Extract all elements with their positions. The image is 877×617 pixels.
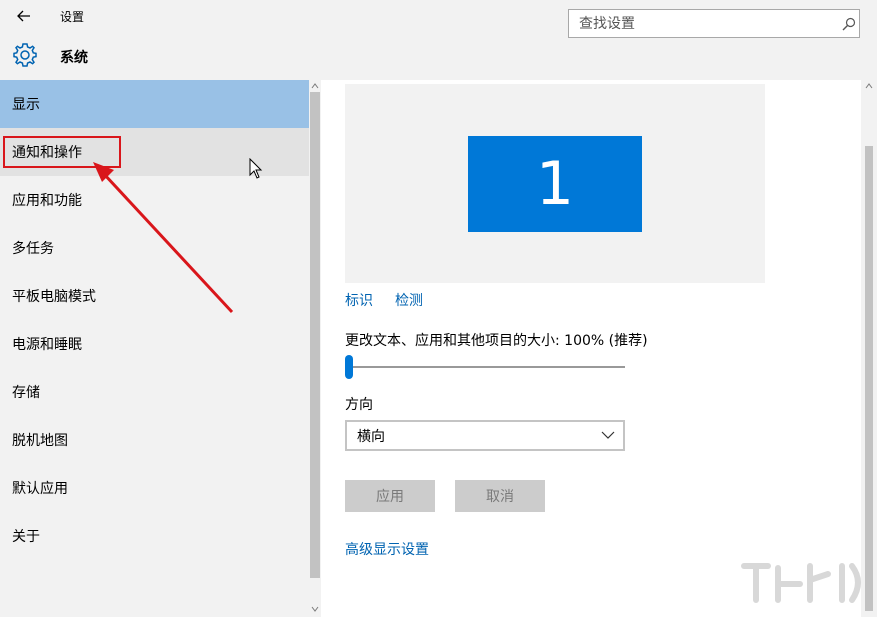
orientation-value: 横向: [357, 428, 385, 445]
orientation-label: 方向: [345, 397, 373, 413]
sidebar-item-label: 平板电脑模式: [12, 289, 96, 305]
chevron-down-icon: [601, 431, 615, 439]
sidebar-item-offline-maps[interactable]: 脱机地图: [0, 416, 309, 464]
scale-slider-thumb[interactable]: [345, 355, 353, 379]
sidebar-item-storage[interactable]: 存储: [0, 368, 309, 416]
sidebar-item-label: 存储: [12, 385, 40, 401]
sidebar-item-label: 显示: [12, 97, 40, 113]
gear-icon: [13, 43, 37, 67]
cancel-button[interactable]: 取消: [455, 480, 545, 512]
sidebar-item-tablet-mode[interactable]: 平板电脑模式: [0, 272, 309, 320]
monitor-number: 1: [535, 149, 575, 219]
sidebar-item-about[interactable]: 关于: [0, 512, 309, 560]
sidebar-item-label: 多任务: [12, 241, 54, 257]
section-title: 系统: [60, 50, 88, 66]
apply-button[interactable]: 应用: [345, 480, 435, 512]
main-scrollbar-thumb[interactable]: [865, 146, 873, 611]
mouse-cursor-icon: [249, 158, 263, 179]
sidebar-item-power-sleep[interactable]: 电源和睡眠: [0, 320, 309, 368]
window-title: 设置: [60, 10, 85, 24]
cancel-button-label: 取消: [486, 489, 514, 505]
watermark-logo: [741, 563, 861, 603]
annotation-highlight-box: [3, 136, 121, 168]
scroll-down-icon[interactable]: [311, 605, 319, 613]
apply-button-label: 应用: [376, 489, 404, 505]
advanced-display-settings-link[interactable]: 高级显示设置: [345, 539, 429, 559]
sidebar-item-multitasking[interactable]: 多任务: [0, 224, 309, 272]
sidebar-item-default-apps[interactable]: 默认应用: [0, 464, 309, 512]
search-input[interactable]: [568, 9, 860, 38]
scroll-up-icon[interactable]: [311, 82, 319, 90]
sidebar-scrollbar-thumb[interactable]: [310, 92, 320, 578]
page-header: 系统: [0, 32, 877, 80]
sidebar-item-label: 脱机地图: [12, 433, 68, 449]
sidebar-item-label: 关于: [12, 529, 40, 545]
main-scroll-up-icon[interactable]: [865, 82, 873, 90]
back-button[interactable]: [6, 2, 42, 30]
sidebar-item-display[interactable]: 显示: [0, 80, 309, 128]
settings-window: 设置 系统 显示 通知和操作 应用和功能 多任务: [0, 0, 877, 617]
search-icon[interactable]: [842, 17, 856, 31]
sidebar-item-apps[interactable]: 应用和功能: [0, 176, 309, 224]
back-arrow-icon: [17, 10, 30, 22]
identify-link[interactable]: 标识: [345, 290, 373, 310]
sidebar-item-label: 电源和睡眠: [12, 337, 82, 353]
scale-label: 更改文本、应用和其他项目的大小: 100% (推荐): [345, 333, 648, 349]
sidebar-item-label: 应用和功能: [12, 193, 82, 209]
detect-link[interactable]: 检测: [395, 290, 423, 310]
orientation-dropdown[interactable]: 横向: [345, 420, 625, 451]
scale-slider-track[interactable]: [345, 366, 625, 368]
sidebar-item-label: 默认应用: [12, 481, 68, 497]
monitor-tile[interactable]: 1: [468, 136, 642, 232]
